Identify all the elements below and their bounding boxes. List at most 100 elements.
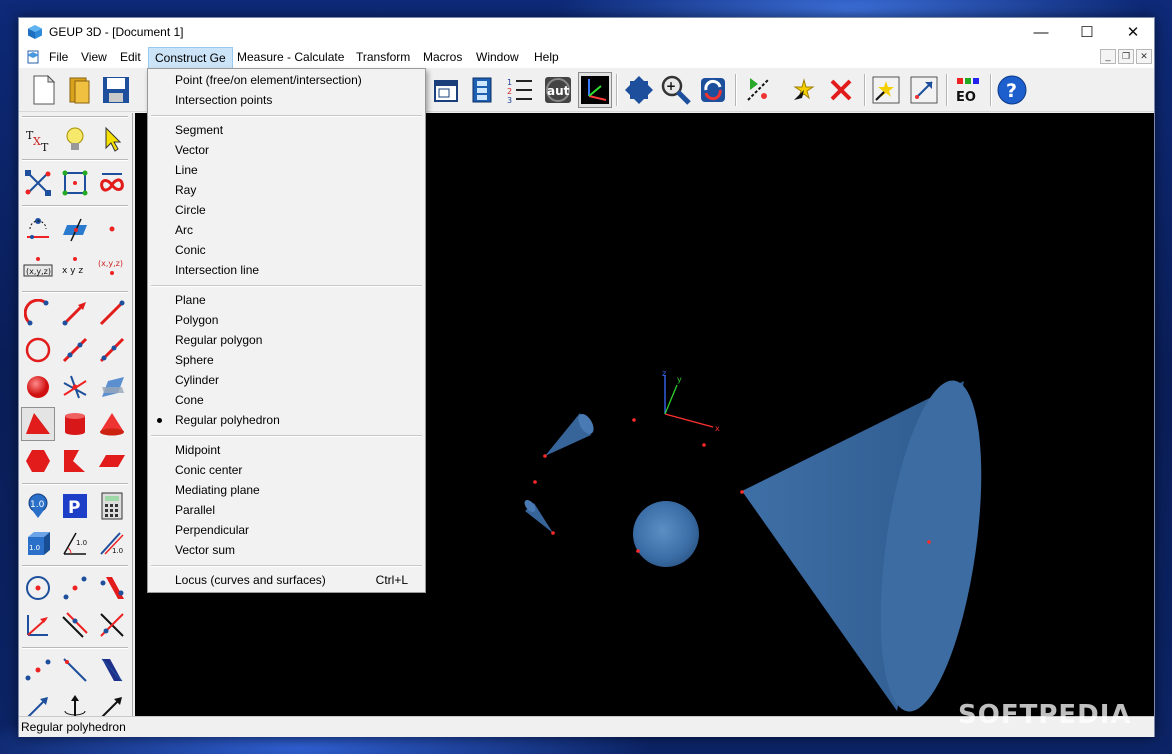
- translate-tool-button[interactable]: [95, 690, 129, 716]
- menu-view[interactable]: View: [81, 50, 107, 64]
- trace-button[interactable]: [741, 72, 775, 108]
- menu-item-circle[interactable]: Circle: [148, 200, 425, 220]
- parameter-tool-button[interactable]: P: [58, 489, 92, 523]
- window-layout-button[interactable]: [429, 72, 463, 108]
- menu-macros[interactable]: Macros: [423, 50, 462, 64]
- menu-item-regular-polyhedron[interactable]: Regular polyhedron: [148, 410, 425, 430]
- midpoint-tool-button[interactable]: [58, 571, 92, 605]
- calculator-tool-button[interactable]: [95, 489, 129, 523]
- irregular-polygon-button[interactable]: [58, 444, 92, 478]
- mdi-restore-button[interactable]: ❐: [1118, 49, 1134, 64]
- menu-item-conic-center[interactable]: Conic center: [148, 460, 425, 480]
- measure-tool-button[interactable]: 1.0: [21, 489, 55, 523]
- menu-window[interactable]: Window: [476, 50, 519, 64]
- select-tool-button[interactable]: [787, 72, 821, 108]
- axis-rotation-button[interactable]: [58, 690, 92, 716]
- menu-item-mediating-plane[interactable]: Mediating plane: [148, 480, 425, 500]
- mdi-minimize-button[interactable]: _: [1100, 49, 1116, 64]
- line-tool-button[interactable]: [58, 333, 92, 367]
- menu-item-parallel[interactable]: Parallel: [148, 500, 425, 520]
- pointer-tool-button[interactable]: [95, 122, 129, 156]
- text-tool-button[interactable]: TXT: [21, 122, 55, 156]
- menu-item-regular-polygon[interactable]: Regular polygon: [148, 330, 425, 350]
- list-button[interactable]: 123: [503, 72, 537, 108]
- sphere-tool-button[interactable]: [21, 370, 55, 404]
- mediating-plane-button[interactable]: [95, 571, 129, 605]
- menu-help[interactable]: Help: [534, 50, 559, 64]
- circle-point-button[interactable]: [21, 571, 55, 605]
- menu-item-conic[interactable]: Conic: [148, 240, 425, 260]
- cylinder-tool-button[interactable]: [58, 407, 92, 441]
- menu-item-intersection-line[interactable]: Intersection line: [148, 260, 425, 280]
- large-cone[interactable]: [742, 374, 999, 716]
- perpendicular-tool-button[interactable]: [95, 608, 129, 642]
- minimize-button[interactable]: —: [1018, 18, 1064, 46]
- small-cone-1[interactable]: [545, 411, 597, 456]
- menu-file[interactable]: File: [49, 50, 68, 64]
- circle-tool-button[interactable]: [21, 333, 55, 367]
- regular-polyhedron-tool-button[interactable]: [21, 407, 55, 441]
- line-through-button[interactable]: [58, 653, 92, 687]
- menu-item-plane[interactable]: Plane: [148, 290, 425, 310]
- menu-item-polygon[interactable]: Polygon: [148, 310, 425, 330]
- menu-item-ray[interactable]: Ray: [148, 180, 425, 200]
- axes-arrow-button[interactable]: [21, 608, 55, 642]
- plane-point-button[interactable]: [58, 212, 92, 246]
- help-button[interactable]: ?: [995, 72, 1029, 108]
- plane-slice-button[interactable]: [95, 653, 129, 687]
- polygon-tool-button[interactable]: [21, 444, 55, 478]
- menu-item-cone[interactable]: Cone: [148, 390, 425, 410]
- menu-item-vector-sum[interactable]: Vector sum: [148, 540, 425, 560]
- save-button[interactable]: [99, 72, 133, 108]
- menu-item-line[interactable]: Line: [148, 160, 425, 180]
- sphere-object[interactable]: [633, 501, 699, 567]
- menu-item-midpoint[interactable]: Midpoint: [148, 440, 425, 460]
- menu-item-cylinder[interactable]: Cylinder: [148, 370, 425, 390]
- rotate-button[interactable]: [696, 72, 730, 108]
- menu-measure-calculate[interactable]: Measure - Calculate: [237, 50, 344, 64]
- menu-transform[interactable]: Transform: [356, 50, 410, 64]
- infinity-tool-button[interactable]: [95, 166, 129, 200]
- zoom-button[interactable]: +: [659, 72, 693, 108]
- volume-measure-button[interactable]: 1.0: [21, 526, 55, 560]
- menu-item-segment[interactable]: Segment: [148, 120, 425, 140]
- menu-item-locus[interactable]: Locus (curves and surfaces) Ctrl+L: [148, 570, 425, 590]
- vector-tool-button[interactable]: [58, 296, 92, 330]
- plane-intersect-button[interactable]: [95, 370, 129, 404]
- distance-measure-button[interactable]: 1.0: [95, 526, 129, 560]
- highlight-button[interactable]: [869, 72, 903, 108]
- small-cone-2[interactable]: [522, 498, 553, 533]
- menu-item-intersection-points[interactable]: Intersection points: [148, 90, 425, 110]
- segment-tool-button[interactable]: [95, 296, 129, 330]
- delete-button[interactable]: [824, 72, 858, 108]
- eo-button[interactable]: EO: [951, 72, 985, 108]
- ray-tool-button[interactable]: [95, 333, 129, 367]
- frame-tool-button[interactable]: [58, 166, 92, 200]
- close-button[interactable]: ✕: [1110, 18, 1156, 46]
- cone-tool-button[interactable]: [95, 407, 129, 441]
- menu-edit[interactable]: Edit: [120, 50, 141, 64]
- point-transform-button[interactable]: [21, 212, 55, 246]
- animation-button[interactable]: [465, 72, 499, 108]
- menu-item-sphere[interactable]: Sphere: [148, 350, 425, 370]
- axes-toggle-button[interactable]: [578, 72, 612, 108]
- maximize-button[interactable]: ☐: [1064, 18, 1110, 46]
- vector-measure-button[interactable]: [21, 690, 55, 716]
- coords-display-button[interactable]: (x,y,z): [95, 249, 129, 283]
- arc-tool-button[interactable]: [21, 296, 55, 330]
- angle-measure-button[interactable]: 1.0: [58, 526, 92, 560]
- menu-construct[interactable]: Construct Ge: [148, 47, 233, 69]
- parallel-tool-button[interactable]: [58, 608, 92, 642]
- open-button[interactable]: [63, 72, 97, 108]
- mdi-close-button[interactable]: ✕: [1136, 49, 1152, 64]
- new-document-button[interactable]: [27, 72, 61, 108]
- hint-button[interactable]: [58, 122, 92, 156]
- menu-item-vector[interactable]: Vector: [148, 140, 425, 160]
- resize-button[interactable]: [907, 72, 941, 108]
- parallelogram-tool-button[interactable]: [95, 444, 129, 478]
- coords-input-button[interactable]: (x,y,z): [21, 249, 55, 283]
- move-view-button[interactable]: [622, 72, 656, 108]
- menu-item-point[interactable]: Point (free/on element/intersection): [148, 70, 425, 90]
- menu-item-arc[interactable]: Arc: [148, 220, 425, 240]
- intersection-tool-button[interactable]: [58, 370, 92, 404]
